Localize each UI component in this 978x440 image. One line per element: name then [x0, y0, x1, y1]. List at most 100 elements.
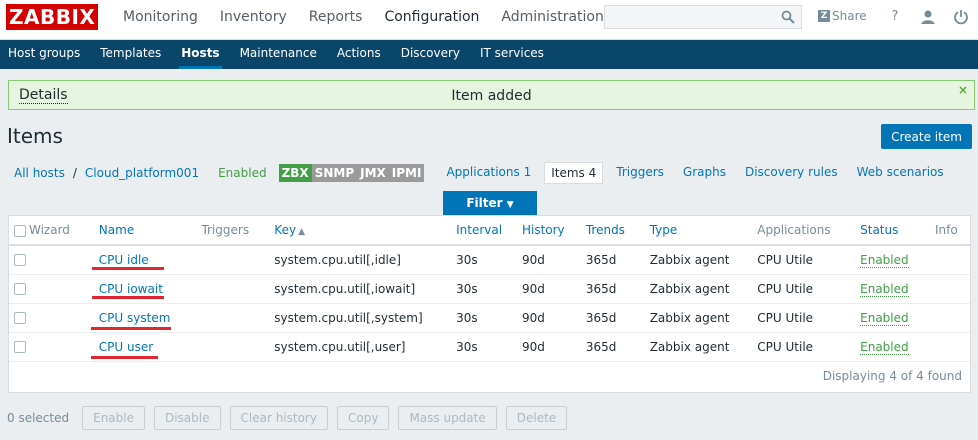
nav-monitoring[interactable]: Monitoring	[112, 0, 209, 40]
column-type[interactable]: Type	[649, 216, 758, 246]
item-interval: 30s	[456, 245, 522, 275]
column-info: Info	[934, 216, 970, 246]
zabbix-logo[interactable]: ZABBIX	[6, 4, 99, 30]
row-checkbox[interactable]	[14, 283, 26, 295]
row-checkbox[interactable]	[14, 254, 26, 267]
tab-triggers[interactable]: Triggers	[610, 162, 670, 184]
item-interval: 30s	[456, 332, 522, 362]
column-triggers: Triggers	[201, 216, 275, 246]
subnav-maintenance[interactable]: Maintenance	[230, 40, 327, 69]
subnav-discovery[interactable]: Discovery	[391, 40, 470, 69]
item-status-link[interactable]: Enabled	[860, 252, 909, 268]
item-history: 90d	[521, 303, 586, 333]
nav-administration[interactable]: Administration	[490, 0, 614, 40]
select-all-checkbox[interactable]	[14, 224, 26, 237]
item-status-link[interactable]: Enabled	[860, 281, 909, 297]
tab-web-scenarios[interactable]: Web scenarios	[851, 162, 950, 184]
item-type: Zabbix agent	[649, 332, 758, 362]
enable-button[interactable]: Enable	[82, 405, 145, 430]
item-status-link[interactable]: Enabled	[860, 339, 909, 355]
item-key: system.cpu.util[,idle]	[274, 245, 457, 275]
item-trends: 365d	[585, 274, 650, 304]
item-key: system.cpu.util[,iowait]	[274, 274, 457, 304]
column-interval[interactable]: Interval	[456, 216, 522, 246]
breadcrumb: All hosts / Cloud_platform001 Enabled ZB…	[14, 162, 957, 184]
item-name-link[interactable]: CPU user	[99, 340, 153, 354]
annotation-underline	[91, 327, 171, 330]
delete-button[interactable]: Delete	[505, 405, 568, 430]
selected-count: 0 selected	[7, 410, 70, 425]
ipmi-badge: IPMI	[388, 164, 425, 182]
host-tabs: Applications 1 Items 4 Triggers Graphs D…	[440, 162, 956, 184]
copy-button[interactable]: Copy	[336, 405, 390, 430]
row-checkbox[interactable]	[14, 312, 26, 324]
tab-discovery-rules[interactable]: Discovery rules	[739, 162, 844, 184]
breadcrumb-all-hosts[interactable]: All hosts	[14, 166, 65, 180]
item-type: Zabbix agent	[649, 245, 758, 275]
item-applications: CPU Utile	[757, 303, 861, 333]
table-header: Wizard Name Triggers Key ▲ Interval Histo…	[9, 216, 970, 246]
item-interval: 30s	[456, 274, 522, 304]
item-status-link[interactable]: Enabled	[860, 310, 909, 326]
search-icon[interactable]	[781, 10, 795, 24]
user-profile-icon[interactable]	[920, 9, 936, 25]
item-name-link[interactable]: CPU idle	[99, 253, 149, 267]
nav-reports[interactable]: Reports	[298, 0, 374, 40]
item-applications: CPU Utile	[757, 274, 861, 304]
item-interval: 30s	[456, 303, 522, 333]
item-key: system.cpu.util[,user]	[274, 332, 457, 362]
row-checkbox[interactable]	[14, 341, 26, 353]
sort-asc-icon: ▲	[298, 227, 305, 237]
item-trends: 365d	[585, 245, 650, 275]
item-type: Zabbix agent	[649, 274, 758, 304]
column-trends[interactable]: Trends	[585, 216, 650, 246]
item-trends: 365d	[585, 303, 650, 333]
share-link[interactable]: Z Share	[818, 9, 867, 23]
subnav-hosts[interactable]: Hosts	[171, 40, 229, 69]
subnav-templates[interactable]: Templates	[90, 40, 171, 69]
column-status[interactable]: Status	[860, 216, 935, 246]
nav-inventory[interactable]: Inventory	[209, 0, 298, 40]
column-name[interactable]: Name	[98, 216, 202, 246]
close-icon[interactable]: ×	[958, 83, 968, 97]
item-type: Zabbix agent	[649, 303, 758, 333]
tab-items[interactable]: Items 4	[544, 162, 604, 184]
availability-badges: ZBX SNMP JMX IPMI	[278, 164, 425, 182]
disable-button[interactable]: Disable	[153, 405, 221, 430]
breadcrumb-separator: /	[72, 166, 77, 180]
search-input[interactable]	[605, 6, 775, 28]
subnav-host-groups[interactable]: Host groups	[0, 40, 90, 69]
clear-history-button[interactable]: Clear history	[229, 405, 328, 430]
column-wizard: Wizard	[28, 216, 99, 246]
filter-toggle[interactable]: Filter ▼	[443, 191, 537, 215]
create-item-button[interactable]: Create item	[881, 124, 972, 149]
item-name-link[interactable]: CPU iowait	[99, 282, 163, 296]
nav-configuration[interactable]: Configuration	[373, 0, 490, 40]
item-applications: CPU Utile	[757, 332, 861, 362]
items-table: Wizard Name Triggers Key ▲ Interval Histo…	[8, 215, 971, 393]
item-history: 90d	[521, 245, 586, 275]
tab-applications[interactable]: Applications 1	[440, 162, 537, 184]
column-history[interactable]: History	[521, 216, 586, 246]
annotation-underline	[91, 356, 158, 359]
help-icon[interactable]: ?	[887, 9, 903, 25]
item-trends: 365d	[585, 332, 650, 362]
subnav-actions[interactable]: Actions	[327, 40, 391, 69]
mass-update-button[interactable]: Mass update	[398, 405, 497, 430]
breadcrumb-host[interactable]: Cloud_platform001	[85, 166, 199, 180]
annotation-underline	[92, 267, 164, 270]
sub-nav: Host groups Templates Hosts Maintenance …	[0, 40, 978, 69]
tab-graphs[interactable]: Graphs	[677, 162, 732, 184]
item-name-link[interactable]: CPU system	[99, 311, 171, 325]
host-status[interactable]: Enabled	[218, 166, 267, 180]
share-label: Share	[832, 9, 867, 23]
main-nav: Monitoring Inventory Reports Configurati…	[112, 0, 615, 40]
subnav-it-services[interactable]: IT services	[470, 40, 554, 69]
column-key[interactable]: Key ▲	[274, 216, 457, 246]
table-result-count: Displaying 4 of 4 found	[822, 369, 962, 383]
page-title: Items	[7, 124, 63, 148]
sign-out-icon[interactable]	[953, 9, 969, 25]
annotation-underline	[92, 296, 164, 299]
jmx-badge: JMX	[357, 164, 389, 182]
mass-actions: 0 selected Enable Disable Clear history …	[7, 405, 576, 430]
